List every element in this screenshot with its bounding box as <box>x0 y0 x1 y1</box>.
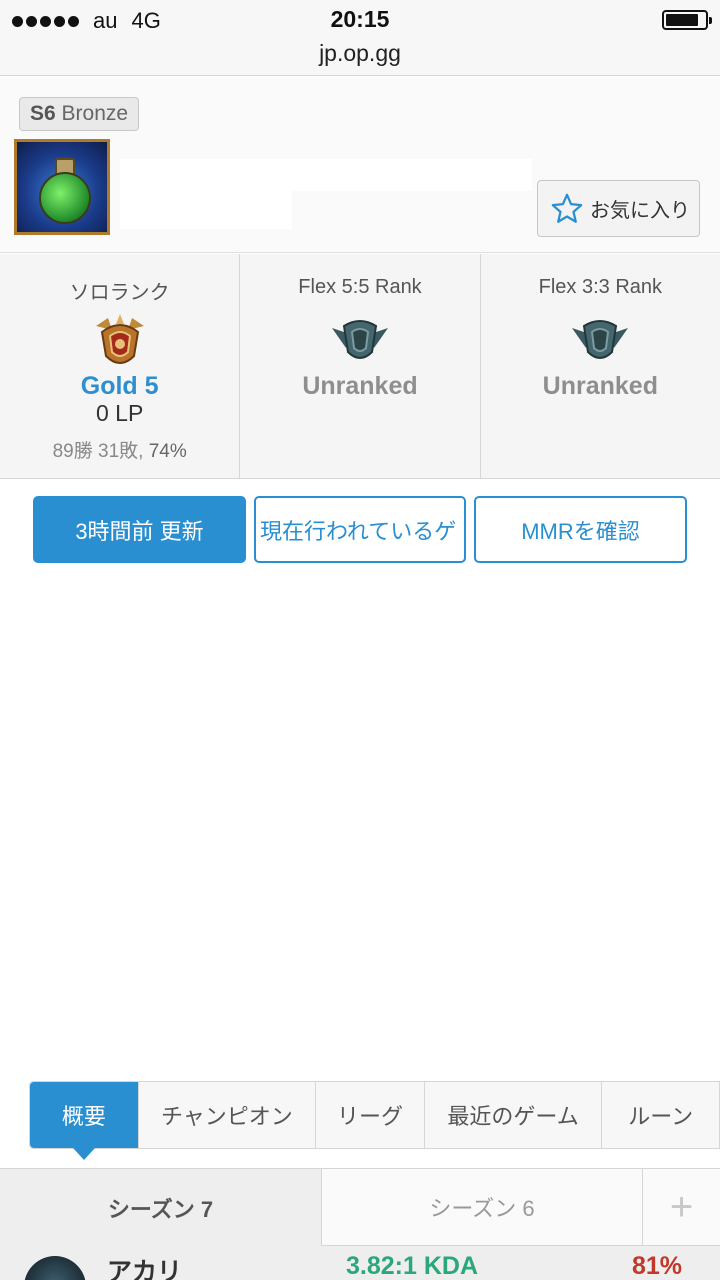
rank-panel: ソロランク Gold 5 0 LP 89勝 31敗, 74% Flex 5:5 … <box>0 254 720 479</box>
rank-tier: Unranked <box>542 372 658 400</box>
season-selector: シーズン 7 シーズン 6 + <box>0 1168 720 1246</box>
favorite-button[interactable]: お気に入り <box>537 180 700 237</box>
win-loss: 89勝 31敗, <box>52 441 144 462</box>
redacted-ladder-info <box>120 159 532 191</box>
action-bar: 3時間前 更新 現在行われているゲ MMRを確認 <box>0 496 720 563</box>
unranked-emblem-icon <box>331 320 388 359</box>
rank-flex-3v3: Flex 3:3 Rank Unranked <box>481 254 720 478</box>
tab-league[interactable]: リーグ <box>316 1082 425 1148</box>
live-game-button[interactable]: 現在行われているゲ <box>254 496 466 563</box>
champion-row[interactable]: アカリ 3.82:1 KDA 81% <box>0 1246 720 1280</box>
potion-icon <box>39 172 91 224</box>
past-season-badge: S6 Bronze <box>19 97 140 131</box>
champion-kda: 3.82:1 KDA <box>346 1252 478 1280</box>
rank-title: Flex 5:5 Rank <box>298 276 422 298</box>
rank-solo: ソロランク Gold 5 0 LP 89勝 31敗, 74% <box>0 254 241 478</box>
profile-tabs: 概要 チャンピオン リーグ 最近のゲーム ルーン <box>29 1081 720 1149</box>
rank-lp: 0 LP <box>96 400 144 426</box>
season-prefix: S6 <box>30 102 56 125</box>
battery-icon <box>662 10 712 30</box>
mmr-button[interactable]: MMRを確認 <box>474 496 687 563</box>
rank-flex-5v5: Flex 5:5 Rank Unranked <box>240 254 481 478</box>
champion-winrate: 81% <box>631 1252 682 1280</box>
profile-avatar <box>14 139 110 235</box>
win-rate: 74% <box>148 441 187 462</box>
champion-portrait-icon <box>24 1256 86 1280</box>
address-bar[interactable]: jp.op.gg <box>0 40 720 67</box>
rank-title: ソロランク <box>69 282 170 304</box>
rank-title: Flex 3:3 Rank <box>538 276 663 298</box>
unranked-emblem-icon <box>572 320 629 359</box>
add-season-button[interactable]: + <box>643 1169 720 1246</box>
rank-tier: Gold 5 <box>80 372 159 400</box>
champion-name: アカリ <box>107 1258 183 1280</box>
rank-tier: Unranked <box>302 372 418 400</box>
tab-champions[interactable]: チャンピオン <box>139 1082 317 1148</box>
tab-overview[interactable]: 概要 <box>30 1082 139 1148</box>
season-6-tab[interactable]: シーズン 6 <box>322 1169 643 1246</box>
star-icon <box>551 193 583 223</box>
season-tier: Bronze <box>61 102 129 125</box>
gold-emblem-icon <box>95 314 144 364</box>
tab-runes[interactable]: ルーン <box>602 1082 719 1148</box>
rank-record: 89勝 31敗, 74% <box>0 436 239 463</box>
tab-recent-games[interactable]: 最近のゲーム <box>425 1082 603 1148</box>
redacted-summoner-name <box>120 189 292 229</box>
status-bar: au 4G 20:15 jp.op.gg <box>0 0 720 76</box>
clock: 20:15 <box>330 6 390 32</box>
season-7-tab[interactable]: シーズン 7 <box>0 1169 322 1246</box>
profile-header: S6 Bronze お気に入り <box>0 77 720 253</box>
favorite-label: お気に入り <box>590 200 690 222</box>
update-button[interactable]: 3時間前 更新 <box>33 496 246 563</box>
